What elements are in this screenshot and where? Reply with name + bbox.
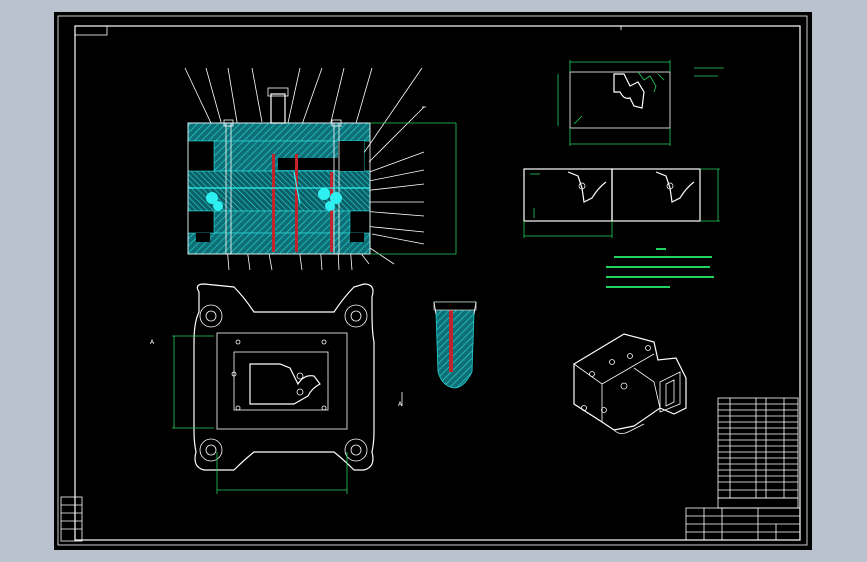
drawing-stroke xyxy=(567,171,607,203)
drawing-stroke xyxy=(609,359,615,365)
drawing-stroke xyxy=(655,171,695,203)
drawing-stroke xyxy=(235,339,241,345)
assembly-section-view xyxy=(184,67,457,271)
drawing-stroke xyxy=(657,73,665,81)
drawing-stroke xyxy=(216,332,348,430)
drawing-stroke xyxy=(325,201,335,211)
drawing-sheet[interactable]: A A xyxy=(54,12,812,550)
drawing-stroke xyxy=(199,438,223,462)
drawing-stroke xyxy=(213,210,365,234)
drawing-stroke xyxy=(213,201,223,211)
drawing-stroke xyxy=(249,363,321,405)
drawing-stroke xyxy=(606,266,710,268)
drawing-stroke xyxy=(318,188,330,200)
drawing-stroke xyxy=(645,345,651,351)
drawing-stroke xyxy=(433,301,477,311)
parts-list-table xyxy=(717,397,799,499)
drawing-stroke xyxy=(350,233,364,242)
drawing-stroke xyxy=(344,304,368,328)
drawing-stroke xyxy=(74,496,83,542)
drawing-stroke xyxy=(523,168,720,238)
cad-viewport[interactable]: A A xyxy=(0,0,867,562)
drawing-stroke xyxy=(611,168,701,222)
corner-tag xyxy=(74,25,108,36)
drawing-stroke xyxy=(196,233,210,242)
drawing-stroke xyxy=(368,106,425,163)
drawing-stroke xyxy=(321,339,327,345)
drawing-stroke xyxy=(187,210,215,234)
drawing-stroke xyxy=(569,71,671,129)
drawing-stroke xyxy=(321,405,327,411)
drawing-stroke xyxy=(358,67,423,161)
core-detail-view xyxy=(433,301,477,389)
drawing-stroke xyxy=(199,304,223,328)
drawing-stroke xyxy=(350,310,362,322)
drawing-stroke xyxy=(328,67,345,131)
drawing-stroke xyxy=(659,371,681,413)
drawing-stroke xyxy=(606,276,714,278)
drawing-stroke xyxy=(60,496,76,542)
drawing-stroke xyxy=(350,444,362,456)
drawing-stroke xyxy=(573,115,583,125)
drawing-stroke xyxy=(656,248,666,250)
drawing-stroke xyxy=(620,382,628,390)
title-block xyxy=(685,497,801,541)
part-detail-view xyxy=(557,60,724,146)
technical-notes xyxy=(606,248,714,288)
drawing-stroke xyxy=(344,438,368,462)
drawing-stroke xyxy=(433,301,477,389)
drawing-stroke xyxy=(717,497,799,509)
cavity-layout-view xyxy=(523,168,720,238)
drawing-stroke xyxy=(613,73,645,109)
isometric-view xyxy=(573,333,687,434)
drawing-stroke xyxy=(187,122,371,142)
drawing-stroke xyxy=(557,60,671,146)
drawing-stroke xyxy=(285,67,301,133)
drawing-stroke xyxy=(363,225,425,233)
drawing-stroke xyxy=(627,353,633,359)
drawing-stroke xyxy=(296,372,304,380)
left-stamp-block xyxy=(60,496,83,542)
drawing-stroke xyxy=(205,444,217,456)
drawing-stroke xyxy=(187,140,215,172)
drawing-stroke xyxy=(637,71,657,93)
drawing-stroke xyxy=(270,93,286,124)
drawing-stroke xyxy=(330,172,333,252)
drawing-stroke xyxy=(278,158,338,170)
drawing-stroke xyxy=(523,168,613,222)
drawing-stroke xyxy=(172,335,348,494)
drawing-stroke xyxy=(235,405,241,411)
drawing-stroke xyxy=(606,286,670,288)
drawing-stroke xyxy=(295,154,298,252)
drawing-stroke xyxy=(363,151,425,175)
drawing-stroke xyxy=(296,388,304,396)
outer-frame xyxy=(57,15,808,546)
drawing-stroke xyxy=(449,302,453,372)
drawing-stroke xyxy=(205,310,217,322)
inner-frame xyxy=(74,25,801,541)
drawing-stroke: A xyxy=(150,339,155,346)
drawing-stroke xyxy=(371,233,425,245)
drawing-stroke xyxy=(187,232,371,255)
drawing-stroke xyxy=(233,351,329,411)
drawing-canvas: A A xyxy=(57,15,808,546)
drawing-stroke xyxy=(251,67,263,123)
drawing-stroke xyxy=(589,371,595,377)
drawing-stroke xyxy=(614,256,712,258)
drawing-stroke xyxy=(272,154,275,252)
drawing-stroke xyxy=(338,141,364,171)
top-plan-view: A A xyxy=(150,283,403,494)
drawing-stroke xyxy=(665,379,675,407)
drawing-stroke xyxy=(349,210,371,234)
